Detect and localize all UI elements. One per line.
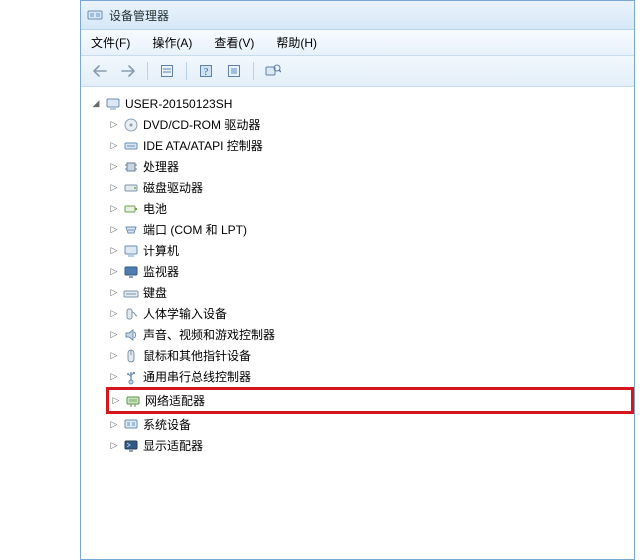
tree-item-label: 人体学输入设备 [143,305,227,322]
expander-closed-icon[interactable]: ▷ [109,330,119,340]
disk-icon [123,180,139,196]
expander-closed-icon[interactable]: ▷ [109,204,119,214]
expander-closed-icon[interactable]: ▷ [109,441,119,451]
device-tree: ◢ USER-20150123SH ▷ DVD/CD-ROM 驱动器 ▷ IDE AT… [85,93,634,456]
computer-icon [105,96,121,112]
mouse-icon [123,348,139,364]
expander-closed-icon[interactable]: ▷ [109,225,119,235]
tree-item-battery[interactable]: ▷ 电池 [109,198,634,219]
tree-item-mouse[interactable]: ▷ 鼠标和其他指针设备 [109,345,634,366]
back-button[interactable] [87,59,113,83]
tree-item-label: 网络适配器 [145,392,205,409]
scan-button[interactable] [260,59,286,83]
menu-action[interactable]: 操作(A) [148,32,196,53]
tree-item-display[interactable]: ▷ 显示适配器 [109,435,634,456]
menubar: 文件(F) 操作(A) 查看(V) 帮助(H) [81,30,634,56]
menu-view[interactable]: 查看(V) [210,32,258,53]
expander-closed-icon[interactable]: ▷ [109,309,119,319]
cpu-icon [123,159,139,175]
expander-closed-icon[interactable]: ▷ [109,351,119,361]
display-icon [123,438,139,454]
tree-item-hid[interactable]: ▷ 人体学输入设备 [109,303,634,324]
device-manager-window: 设备管理器 文件(F) 操作(A) 查看(V) 帮助(H) ? ◢ [80,0,635,560]
network-icon [125,393,141,409]
monitor-icon [123,264,139,280]
expander-closed-icon[interactable]: ▷ [109,267,119,277]
highlight-annotation: ▷ 网络适配器 [106,387,634,414]
show-hidden-button[interactable] [221,59,247,83]
tree-item-disk[interactable]: ▷ 磁盘驱动器 [109,177,634,198]
toolbar: ? [81,56,634,87]
tree-item-usb[interactable]: ▷ 通用串行总线控制器 [109,366,634,387]
expander-closed-icon[interactable]: ▷ [109,162,119,172]
tree-item-label: 显示适配器 [143,437,203,454]
menu-help[interactable]: 帮助(H) [272,32,321,53]
tree-root[interactable]: ◢ USER-20150123SH [91,93,634,114]
disc-icon [123,117,139,133]
tree-item-keyboard[interactable]: ▷ 键盘 [109,282,634,303]
expander-closed-icon[interactable]: ▷ [109,288,119,298]
battery-icon [123,201,139,217]
expander-closed-icon[interactable]: ▷ [109,420,119,430]
toolbar-separator [147,62,148,80]
tree-item-label: 磁盘驱动器 [143,179,203,196]
tree-item-label: 端口 (COM 和 LPT) [143,221,247,238]
usb-icon [123,369,139,385]
tree-item-label: DVD/CD-ROM 驱动器 [143,116,260,133]
tree-item-cpu[interactable]: ▷ 处理器 [109,156,634,177]
tree-item-label: 键盘 [143,284,167,301]
hid-icon [123,306,139,322]
sound-icon [123,327,139,343]
titlebar: 设备管理器 [81,1,634,30]
tree-item-ports[interactable]: ▷ 端口 (COM 和 LPT) [109,219,634,240]
tree-item-label: 电池 [143,200,167,217]
tree-pane[interactable]: ◢ USER-20150123SH ▷ DVD/CD-ROM 驱动器 ▷ IDE AT… [81,87,634,559]
tree-item-sysdev[interactable]: ▷ 系统设备 [109,414,634,435]
tree-item-label: 声音、视频和游戏控制器 [143,326,275,343]
tree-item-network[interactable]: ▷ 网络适配器 [111,390,629,411]
tree-item-computer[interactable]: ▷ 计算机 [109,240,634,261]
expander-closed-icon[interactable]: ▷ [109,372,119,382]
expander-closed-icon[interactable]: ▷ [109,141,119,151]
keyboard-icon [123,285,139,301]
forward-button[interactable] [115,59,141,83]
computer-icon [123,243,139,259]
tree-item-ide[interactable]: ▷ IDE ATA/ATAPI 控制器 [109,135,634,156]
expander-closed-icon[interactable]: ▷ [109,120,119,130]
svg-text:?: ? [204,67,209,78]
expander-open-icon[interactable]: ◢ [91,99,101,109]
tree-item-label: 通用串行总线控制器 [143,368,251,385]
tree-item-dvd[interactable]: ▷ DVD/CD-ROM 驱动器 [109,114,634,135]
tree-item-label: 计算机 [143,242,179,259]
tree-item-label: 监视器 [143,263,179,280]
expander-closed-icon[interactable]: ▷ [111,396,121,406]
tree-item-label: 处理器 [143,158,179,175]
tree-root-label: USER-20150123SH [125,97,232,111]
tree-item-label: 鼠标和其他指针设备 [143,347,251,364]
tree-item-label: IDE ATA/ATAPI 控制器 [143,137,263,154]
tree-item-monitor[interactable]: ▷ 监视器 [109,261,634,282]
app-icon [87,7,103,23]
expander-closed-icon[interactable]: ▷ [109,183,119,193]
menu-file[interactable]: 文件(F) [87,32,134,53]
expander-closed-icon[interactable]: ▷ [109,246,119,256]
port-icon [123,222,139,238]
toolbar-separator [253,62,254,80]
tree-item-sound[interactable]: ▷ 声音、视频和游戏控制器 [109,324,634,345]
window-title: 设备管理器 [109,7,169,24]
toolbar-separator [186,62,187,80]
system-icon [123,417,139,433]
ide-icon [123,138,139,154]
tree-item-label: 系统设备 [143,416,191,433]
help-button[interactable]: ? [193,59,219,83]
properties-button[interactable] [154,59,180,83]
